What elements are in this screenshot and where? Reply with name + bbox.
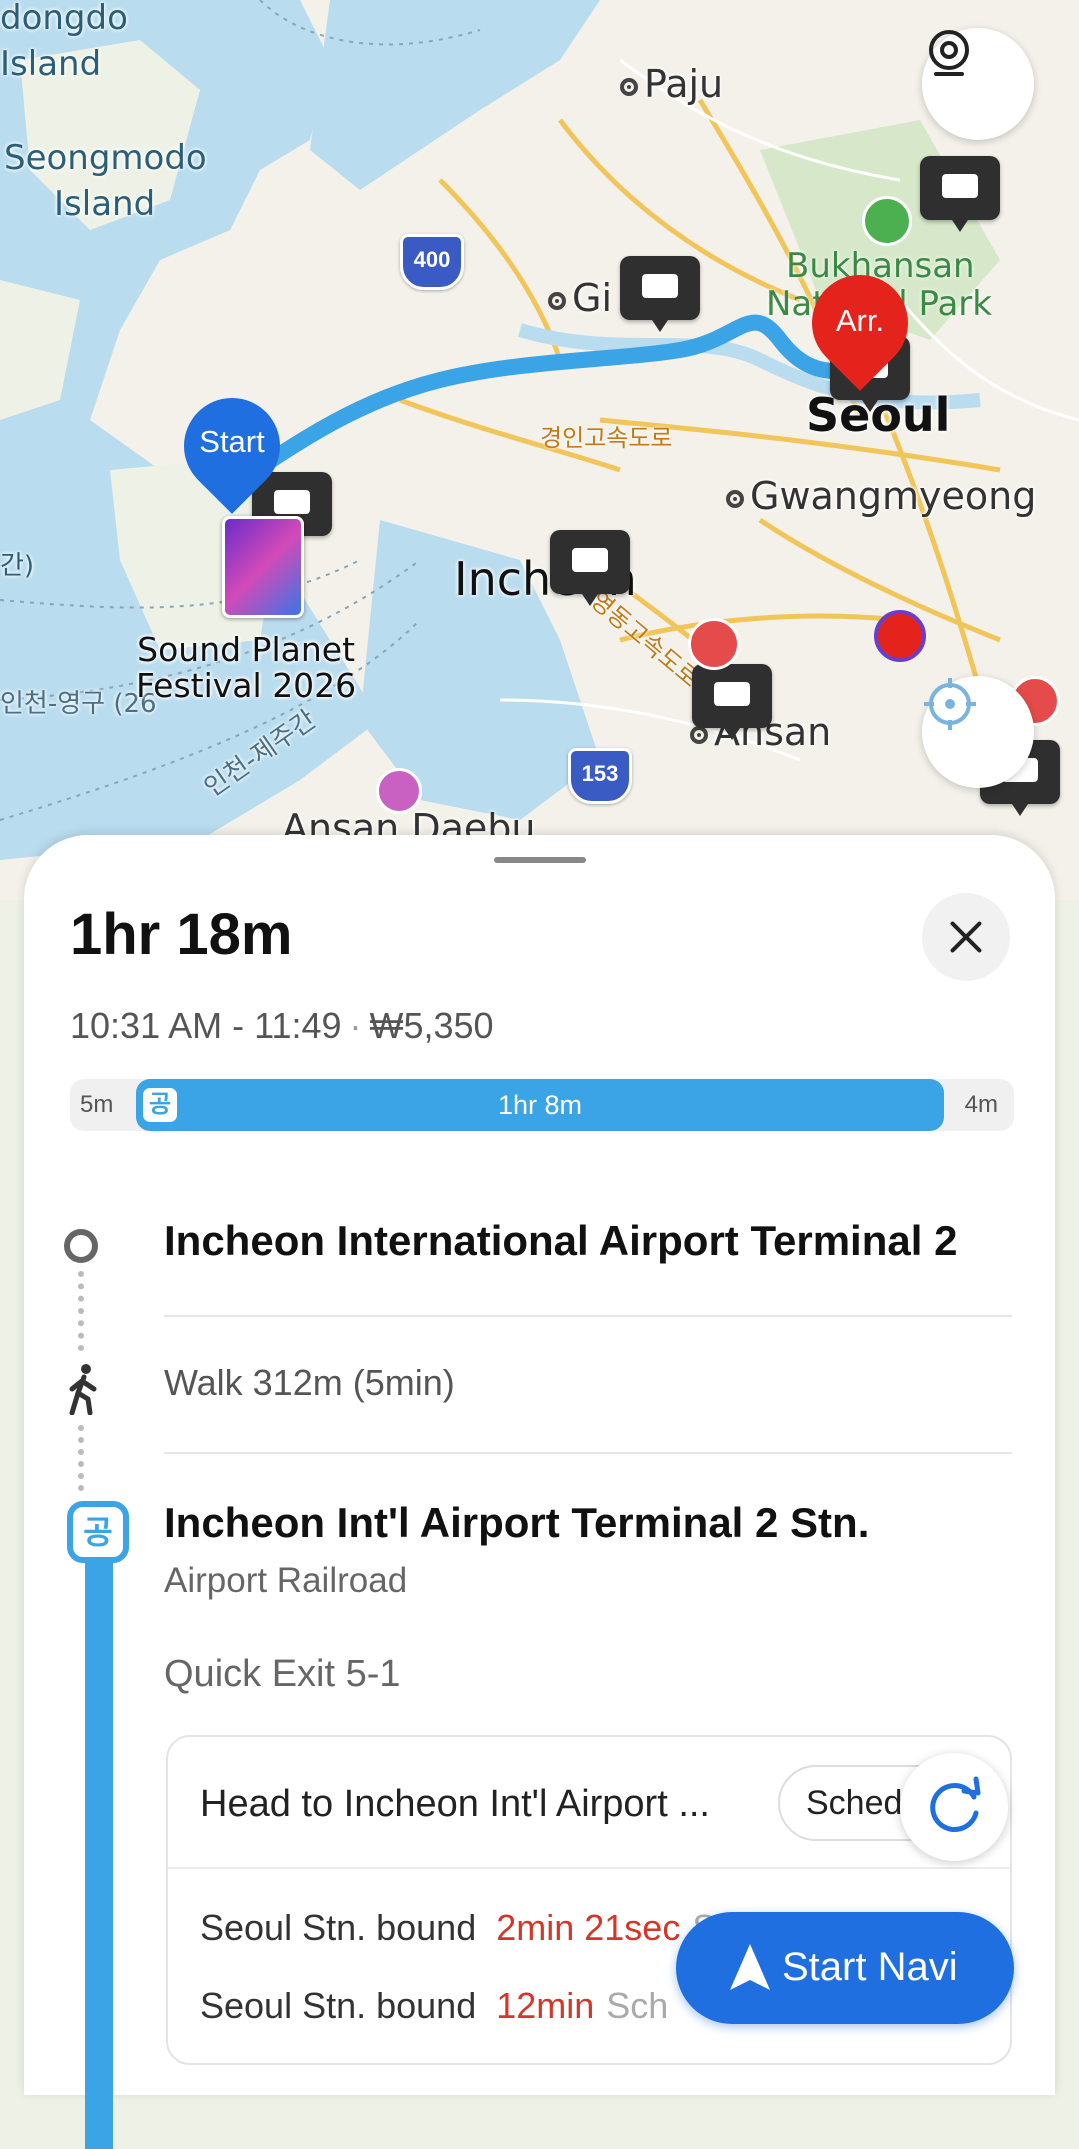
divider bbox=[164, 1452, 1012, 1454]
map-label-gimpo: Gi bbox=[548, 276, 612, 320]
separator-dot: · bbox=[349, 1005, 362, 1046]
transit-segment: 공 1hr 8m bbox=[136, 1079, 944, 1131]
start-pin-label: Start bbox=[199, 424, 265, 459]
festival-poster-thumbnail[interactable] bbox=[222, 516, 304, 618]
divider bbox=[168, 1867, 1010, 1869]
current-location-button[interactable] bbox=[922, 676, 1034, 788]
poi-marker-icon[interactable] bbox=[874, 610, 926, 662]
map-label-coast: 인천-영구 (26 bbox=[0, 689, 157, 719]
airport-railroad-line bbox=[85, 1549, 113, 2149]
city-dot-icon bbox=[726, 489, 744, 508]
time-and-fare: 10:31 AM - 11:49 · ₩5,350 bbox=[70, 1005, 494, 1047]
cctv-icon[interactable] bbox=[620, 256, 700, 332]
refresh-icon bbox=[930, 1776, 981, 1832]
quick-exit-info: Quick Exit 5-1 bbox=[164, 1653, 401, 1695]
start-navi-button[interactable]: Start Navi bbox=[676, 1912, 1014, 2024]
line-name: Airport Railroad bbox=[164, 1561, 408, 1600]
fare: ₩5,350 bbox=[369, 1005, 494, 1046]
map-label-seongmodo-island: Island bbox=[54, 184, 156, 224]
total-travel-time: 1hr 18m bbox=[70, 902, 293, 967]
park-tree-icon bbox=[862, 196, 912, 246]
train-arrival-time: 12min bbox=[496, 1985, 595, 2026]
origin-circle-icon bbox=[64, 1229, 98, 1263]
transit-duration: 1hr 8m bbox=[497, 1090, 583, 1120]
city-dot-icon bbox=[690, 725, 708, 744]
route-detail-sheet: 1hr 18m 10:31 AM - 11:49 · ₩5,350 5m 공 1hr… bbox=[24, 835, 1055, 2149]
map-view[interactable]: dongdo Island Seongmodo Island 간) Paju G… bbox=[0, 0, 1079, 900]
navigation-arrow-icon bbox=[730, 1944, 770, 1990]
highway-shield-400: 400 bbox=[400, 234, 464, 290]
highway-shield-153: 153 bbox=[568, 748, 632, 804]
map-label-gwangmyeong: Gwangmyeong bbox=[726, 474, 1036, 518]
walk-instruction: Walk 312m (5min) bbox=[164, 1362, 455, 1403]
train-arrival-time: 2min 21sec bbox=[496, 1907, 681, 1948]
walk-dotted-line bbox=[78, 1425, 90, 1491]
train-row: Seoul Stn. bound 12min Sch bbox=[200, 1985, 668, 2027]
map-label-festival[interactable]: Sound Planet Festival 2026 bbox=[136, 631, 356, 705]
map-label-left-edge: 간) bbox=[0, 551, 35, 581]
cctv-icon[interactable] bbox=[920, 156, 1000, 232]
route-segment-bar: 5m 공 1hr 8m 4m bbox=[70, 1079, 1014, 1131]
camera-eye-icon bbox=[929, 30, 969, 76]
start-navi-label: Start Navi bbox=[782, 1945, 958, 1989]
arrival-pin-label: Arr. bbox=[835, 303, 885, 338]
flower-poi-icon[interactable] bbox=[376, 768, 422, 814]
walk-dotted-line bbox=[78, 1271, 90, 1351]
city-dot-icon bbox=[548, 291, 566, 310]
walk-end-duration: 4m bbox=[964, 1091, 998, 1118]
train-destination: Seoul Stn. bound bbox=[200, 1985, 477, 2026]
station-name[interactable]: Incheon Int'l Airport Terminal 2 Stn. bbox=[164, 1499, 869, 1547]
depart-arrive-times: 10:31 AM - 11:49 bbox=[70, 1005, 342, 1046]
direction-text: Head to Incheon Int'l Airport ... bbox=[200, 1783, 710, 1825]
map-label-island: Island bbox=[0, 44, 102, 84]
refresh-button[interactable] bbox=[900, 1753, 1008, 1861]
city-dot-icon bbox=[620, 77, 638, 96]
train-status: Sch bbox=[606, 1985, 669, 2026]
map-label-seongmodo: Seongmodo bbox=[4, 138, 207, 178]
cctv-toggle-button[interactable] bbox=[922, 28, 1034, 140]
train-destination: Seoul Stn. bound bbox=[200, 1907, 477, 1948]
walking-person-icon bbox=[64, 1363, 104, 1426]
airport-railroad-badge: 공 bbox=[67, 1501, 129, 1563]
ev-charger-icon[interactable] bbox=[688, 618, 740, 670]
walk-start-duration: 5m bbox=[80, 1091, 114, 1118]
crosshair-icon bbox=[924, 678, 976, 730]
map-label-expressway: 경인고속도로 bbox=[540, 424, 673, 452]
sheet-drag-handle[interactable] bbox=[494, 857, 586, 863]
map-label-dongdo: dongdo bbox=[0, 0, 128, 38]
map-label-paju: Paju bbox=[620, 62, 723, 106]
cctv-icon[interactable] bbox=[692, 664, 772, 740]
divider bbox=[164, 1315, 1012, 1317]
cctv-icon[interactable] bbox=[550, 530, 630, 606]
origin-name[interactable]: Incheon International Airport Terminal 2 bbox=[164, 1217, 957, 1265]
close-button[interactable] bbox=[922, 893, 1010, 981]
